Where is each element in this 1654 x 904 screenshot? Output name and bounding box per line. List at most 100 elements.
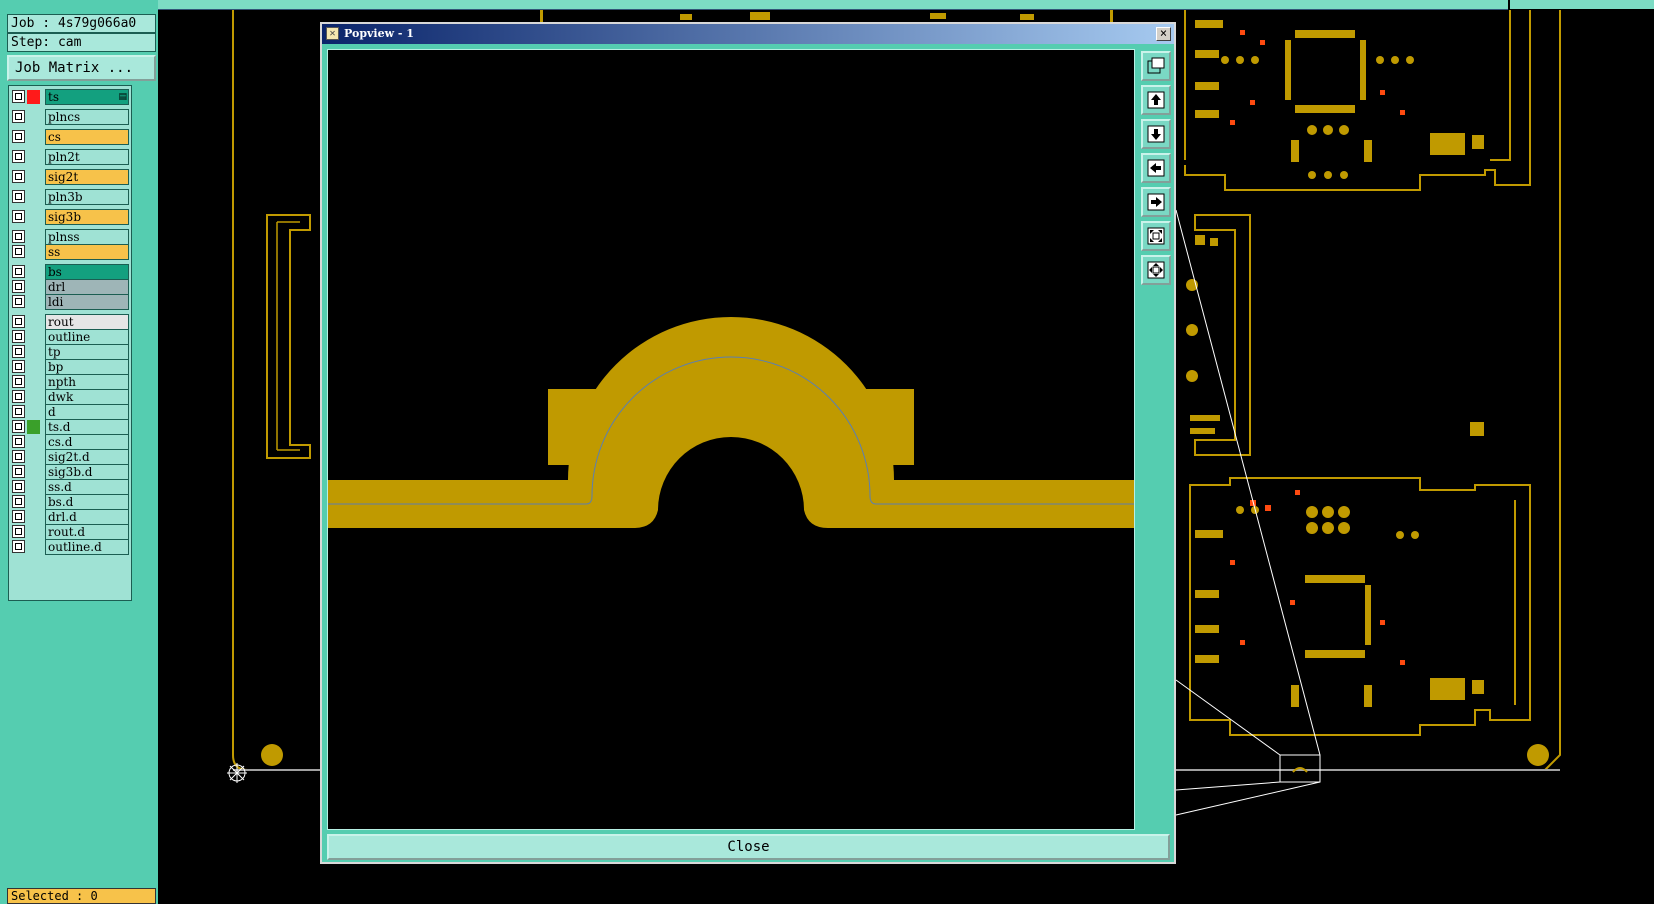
layer-row-ldi[interactable]: ldi	[11, 294, 129, 310]
layer-row-ss-d[interactable]: ss.d	[11, 479, 129, 495]
layer-row-bp[interactable]: bp	[11, 359, 129, 375]
popview-canvas[interactable]	[327, 49, 1135, 830]
layer-checkbox[interactable]	[12, 245, 25, 258]
layer-checkbox[interactable]	[12, 90, 25, 103]
layer-row-pln3b[interactable]: pln3b	[11, 189, 129, 205]
pan-right-icon[interactable]	[1141, 187, 1171, 217]
layer-name-label[interactable]: plncs	[45, 109, 129, 125]
layer-row-outline[interactable]: outline	[11, 329, 129, 345]
zoom-home-icon[interactable]	[1141, 255, 1171, 285]
layer-checkbox[interactable]	[12, 465, 25, 478]
layer-checkbox[interactable]	[12, 330, 25, 343]
layer-row-outline-d[interactable]: outline.d	[11, 539, 129, 555]
layer-checkbox[interactable]	[12, 190, 25, 203]
layer-name-label[interactable]: bs.d	[45, 494, 129, 510]
layer-checkbox[interactable]	[12, 375, 25, 388]
zoom-fit-icon[interactable]	[1141, 221, 1171, 251]
layer-checkbox[interactable]	[12, 110, 25, 123]
layer-checkbox[interactable]	[12, 315, 25, 328]
close-icon[interactable]: ×	[1156, 27, 1171, 41]
layer-name-label[interactable]: pln2t	[45, 149, 129, 165]
layer-row-sig2t-d[interactable]: sig2t.d	[11, 449, 129, 465]
popview-toolbar	[1138, 49, 1174, 830]
layer-row-drl[interactable]: drl	[11, 279, 129, 295]
layer-checkbox[interactable]	[12, 540, 25, 553]
layer-name-label[interactable]: rout	[45, 314, 129, 330]
layer-row-cs-d[interactable]: cs.d	[11, 434, 129, 450]
layer-name-label[interactable]: d	[45, 404, 129, 420]
layer-row-d[interactable]: d	[11, 404, 129, 420]
layer-name-label[interactable]: drl	[45, 279, 129, 295]
layer-checkbox[interactable]	[12, 210, 25, 223]
layer-name-label[interactable]: ss	[45, 244, 129, 260]
layer-checkbox[interactable]	[12, 360, 25, 373]
layer-name-label[interactable]: bp	[45, 359, 129, 375]
layer-row-rout-d[interactable]: rout.d	[11, 524, 129, 540]
layer-row-ss[interactable]: ss	[11, 244, 129, 260]
layer-row-rout[interactable]: rout	[11, 314, 129, 330]
layer-row-drl-d[interactable]: drl.d	[11, 509, 129, 525]
layer-checkbox[interactable]	[12, 280, 25, 293]
layer-name-label[interactable]: ss.d	[45, 479, 129, 495]
layer-name-label[interactable]: sig2t	[45, 169, 129, 185]
layer-name-label[interactable]: tp	[45, 344, 129, 360]
pan-left-icon[interactable]	[1141, 153, 1171, 183]
layer-name-label[interactable]: outline.d	[45, 539, 129, 555]
layer-name-label[interactable]: npth	[45, 374, 129, 390]
layer-checkbox[interactable]	[12, 420, 25, 433]
layer-name-label[interactable]: cs	[45, 129, 129, 145]
layer-checkbox[interactable]	[12, 405, 25, 418]
layer-checkbox[interactable]	[12, 295, 25, 308]
layer-row-sig2t[interactable]: sig2t	[11, 169, 129, 185]
pan-up-icon[interactable]	[1141, 85, 1171, 115]
layer-checkbox[interactable]	[12, 150, 25, 163]
top-scroll-strip	[158, 0, 1508, 10]
layer-name-label[interactable]: sig3b	[45, 209, 129, 225]
popview-titlebar[interactable]: ✕ Popview - 1 ×	[322, 24, 1174, 44]
layer-row-bs[interactable]: bs	[11, 264, 129, 280]
layer-row-sig3b-d[interactable]: sig3b.d	[11, 464, 129, 480]
layer-checkbox[interactable]	[12, 510, 25, 523]
layer-name-label[interactable]: drl.d	[45, 509, 129, 525]
layer-row-ts-d[interactable]: ts.d	[11, 419, 129, 435]
layer-row-pln2t[interactable]: pln2t	[11, 149, 129, 165]
layer-checkbox[interactable]	[12, 170, 25, 183]
layer-checkbox[interactable]	[12, 525, 25, 538]
layer-checkbox[interactable]	[12, 345, 25, 358]
layer-checkbox[interactable]	[12, 495, 25, 508]
layer-checkbox[interactable]	[12, 450, 25, 463]
layer-checkbox[interactable]	[12, 435, 25, 448]
job-name-label: Job : 4s79g066a0	[7, 14, 156, 33]
layer-checkbox[interactable]	[12, 265, 25, 278]
layer-name-label[interactable]: pln3b	[45, 189, 129, 205]
layer-row-dwk[interactable]: dwk	[11, 389, 129, 405]
layer-name-label[interactable]: dwk	[45, 389, 129, 405]
layer-name-label[interactable]: cs.d	[45, 434, 129, 450]
layer-name-label[interactable]: plnss	[45, 229, 129, 245]
layer-name-label[interactable]: ts ▤	[45, 89, 129, 105]
layer-row-plnss[interactable]: plnss	[11, 229, 129, 245]
window-icon[interactable]	[1141, 51, 1171, 81]
layer-checkbox[interactable]	[12, 230, 25, 243]
layer-row-tp[interactable]: tp	[11, 344, 129, 360]
layer-name-label[interactable]: ldi	[45, 294, 129, 310]
layer-row-plncs[interactable]: plncs	[11, 109, 129, 125]
close-button[interactable]: Close	[327, 834, 1170, 860]
layer-name-label[interactable]: outline	[45, 329, 129, 345]
layer-name-label[interactable]: bs	[45, 264, 129, 280]
layer-row-ts[interactable]: ts ▤	[11, 89, 129, 105]
layer-row-cs[interactable]: cs	[11, 129, 129, 145]
layer-checkbox[interactable]	[12, 130, 25, 143]
layer-name-label[interactable]: rout.d	[45, 524, 129, 540]
layer-row-npth[interactable]: npth	[11, 374, 129, 390]
layer-checkbox[interactable]	[12, 480, 25, 493]
job-matrix-button[interactable]: Job Matrix ...	[7, 55, 156, 81]
layer-row-sig3b[interactable]: sig3b	[11, 209, 129, 225]
layer-name-label[interactable]: sig3b.d	[45, 464, 129, 480]
layer-name-label[interactable]: ts.d	[45, 419, 129, 435]
pan-down-icon[interactable]	[1141, 119, 1171, 149]
layer-name-label[interactable]: sig2t.d	[45, 449, 129, 465]
layer-row-bs-d[interactable]: bs.d	[11, 494, 129, 510]
layer-checkbox[interactable]	[12, 390, 25, 403]
selected-count-label: Selected : 0	[7, 888, 156, 904]
